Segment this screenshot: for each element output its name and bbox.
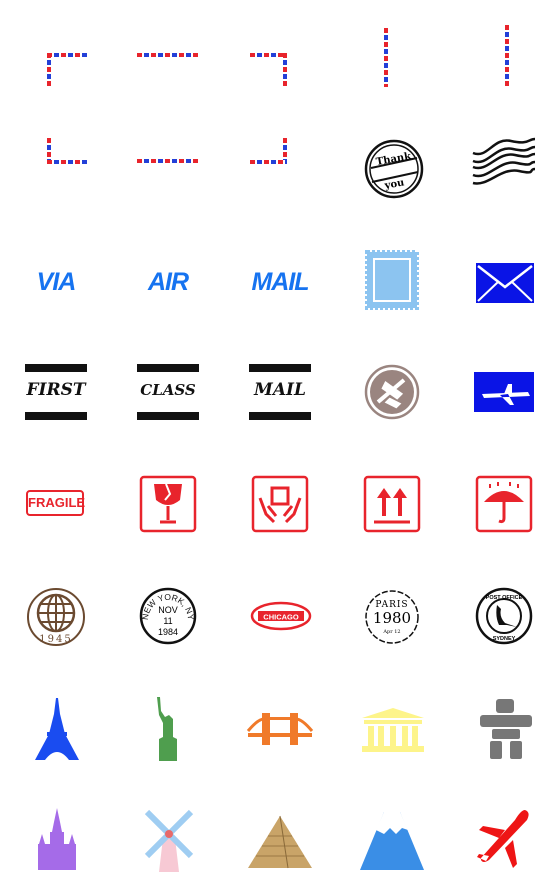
ny-year: 1984 — [158, 627, 178, 637]
sydney-kangaroo-stamp-icon: POST OFFICE SYDNEY — [475, 587, 533, 645]
handle-with-care-icon — [251, 475, 309, 533]
chicago-stamp-icon: CHICAGO — [250, 601, 312, 631]
st-basils-cathedral-icon — [38, 808, 76, 870]
po-top: POST OFFICE — [486, 595, 523, 601]
class-label: CLASS — [140, 381, 196, 399]
statue-of-liberty-icon — [157, 697, 177, 761]
fragile-label: FRAGILE — [26, 490, 85, 516]
ny-month: NOV — [158, 605, 178, 615]
postmark-waves-icon — [472, 137, 536, 185]
keep-dry-umbrella-icon — [475, 475, 533, 533]
thank-text: Thank — [375, 151, 413, 168]
paris-stamp-icon: PARIS 1980 Apr 12 — [365, 590, 419, 644]
windmill-icon — [144, 809, 194, 872]
mail-black-label-sticker: MAIL — [249, 364, 311, 420]
ny-day: 11 — [163, 616, 172, 626]
you-text: you — [383, 177, 405, 191]
globe-year: 1945 — [39, 634, 72, 645]
mount-fuji-icon — [360, 812, 424, 870]
new-york-postmark-icon: NEW YORK, NY NOV 11 1984 — [139, 587, 197, 645]
airplane-icon — [477, 810, 529, 868]
broken-glass-icon — [139, 475, 197, 533]
chicago-text: CHICAGO — [263, 613, 299, 622]
mail-black-label: MAIL — [254, 380, 306, 400]
class-label-sticker: CLASS — [137, 364, 199, 420]
paris-date: Apr 12 — [382, 629, 400, 635]
stamp-icon — [365, 250, 419, 310]
air-label: AIR — [147, 268, 189, 296]
po-bottom: SYDNEY — [493, 636, 516, 642]
globe-stamp-icon: 1945 — [27, 588, 85, 646]
via-label: VIA — [36, 268, 77, 296]
envelope-icon — [476, 263, 534, 303]
airplane-card-icon — [474, 372, 534, 412]
parthenon-icon — [362, 708, 424, 752]
airplane-circle-icon — [364, 364, 420, 420]
first-label: FIRST — [26, 380, 86, 400]
this-way-up-icon — [363, 475, 421, 533]
inukshuk-icon — [480, 699, 532, 759]
tower-bridge-icon — [246, 713, 314, 745]
eiffel-tower-icon — [35, 698, 79, 760]
pyramid-icon — [248, 815, 312, 869]
thank-you-stamp-icon: Thank you — [364, 139, 424, 199]
mail-label: MAIL — [251, 268, 309, 296]
first-label-sticker: FIRST — [25, 364, 87, 420]
paris-year: 1980 — [373, 609, 411, 627]
